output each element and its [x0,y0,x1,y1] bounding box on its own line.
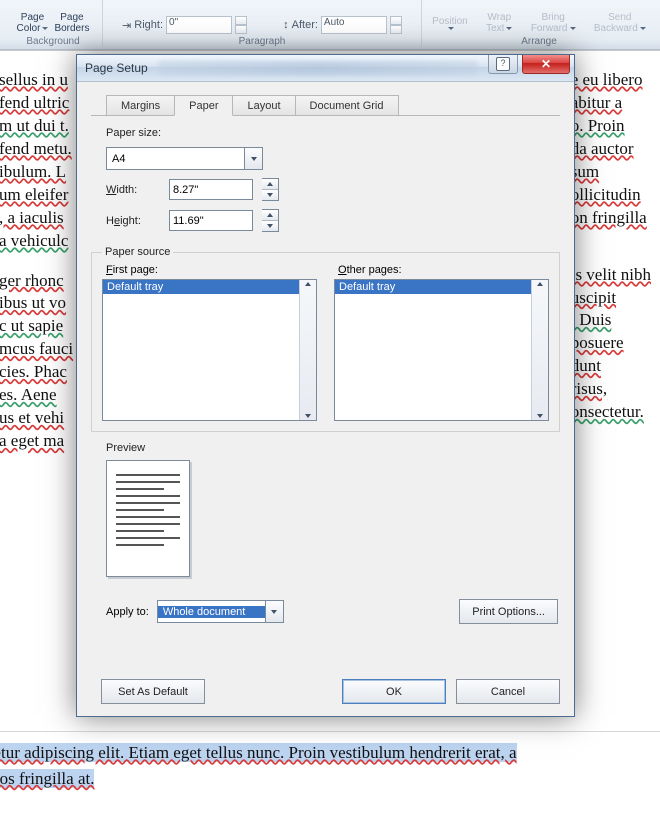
page-borders-button[interactable]: Page Borders [54,12,89,34]
dialog-title: Page Setup [85,61,148,75]
group-arrange: Arrange [426,36,652,47]
position-button: Position [432,16,468,30]
wrap-text-button: WrapText [486,12,512,34]
print-options-button[interactable]: Print Options... [459,599,558,624]
send-backward-button: SendBackward [594,12,646,34]
height-label: Height: [91,215,160,227]
close-button[interactable]: ✕ [522,55,570,74]
chevron-down-icon [244,148,262,169]
height-spinner[interactable] [262,209,279,232]
scrollbar[interactable] [299,280,316,420]
first-page-listbox[interactable]: Default tray [102,279,317,421]
indent-right-spin[interactable] [235,16,247,34]
ok-button[interactable]: OK [342,679,446,704]
height-input[interactable]: 11.69" [169,210,253,231]
paper-source-group: Paper source First page: Default tray [91,246,560,432]
titlebar[interactable]: Page Setup ? ✕ [77,55,574,82]
preview-label: Preview [91,442,560,454]
spacing-after-icon: ↕ [283,19,289,31]
scroll-down-icon [305,414,311,418]
group-paragraph: Paragraph [107,36,417,47]
spacing-after-spin[interactable] [390,16,402,34]
preview-thumbnail [106,460,190,577]
close-icon: ✕ [541,57,551,71]
doc-bottom-line-1: sectetur adipiscing elit. Etiam eget tel… [0,743,517,762]
after-label: After: [292,19,318,31]
other-pages-listbox[interactable]: Default tray [334,279,549,421]
help-button[interactable]: ? [488,55,518,74]
paper-source-legend: Paper source [102,246,173,258]
apply-to-combo[interactable]: Whole document [157,600,284,623]
tab-row: Margins Paper Layout Document Grid [91,91,560,116]
bring-forward-button: BringForward [531,12,576,34]
page-color-button[interactable]: Page Color [17,12,49,34]
spacing-after-input[interactable]: Auto [321,16,387,34]
doc-bottom-line-2: us eros fringilla at. [0,769,94,788]
scroll-up-icon [305,282,311,286]
right-label: Right: [134,19,163,31]
other-pages-label: Other pages: [338,264,549,276]
list-item[interactable]: Default tray [335,280,531,294]
width-input[interactable]: 8.27" [169,179,253,200]
list-item[interactable]: Default tray [103,280,299,294]
apply-to-label: Apply to: [91,606,157,618]
tab-layout[interactable]: Layout [232,95,295,115]
indent-right-input[interactable]: 0" [166,16,232,34]
page-setup-dialog: Page Setup ? ✕ Margins Paper Layout Docu… [76,54,575,717]
width-label: Width: [91,184,160,196]
titlebar-blur [158,61,478,75]
group-background: Background [8,36,98,47]
set-as-default-button[interactable]: Set As Default [101,679,205,704]
tab-paper[interactable]: Paper [174,95,233,116]
tab-document-grid[interactable]: Document Grid [295,95,399,115]
paper-size-label: Paper size: [91,127,560,139]
paper-size-combo[interactable]: A4 [106,147,263,170]
scrollbar[interactable] [531,280,548,420]
help-icon: ? [496,57,510,71]
scroll-up-icon [537,282,543,286]
first-page-label: First page: [106,264,317,276]
indent-right-icon: ⇥ [122,19,131,32]
cancel-button[interactable]: Cancel [456,679,560,704]
tab-margins[interactable]: Margins [106,95,175,115]
ribbon: Page Color Page Borders Background ⇥ Rig… [0,0,660,50]
scroll-down-icon [537,414,543,418]
chevron-down-icon [265,601,283,622]
width-spinner[interactable] [262,178,279,201]
